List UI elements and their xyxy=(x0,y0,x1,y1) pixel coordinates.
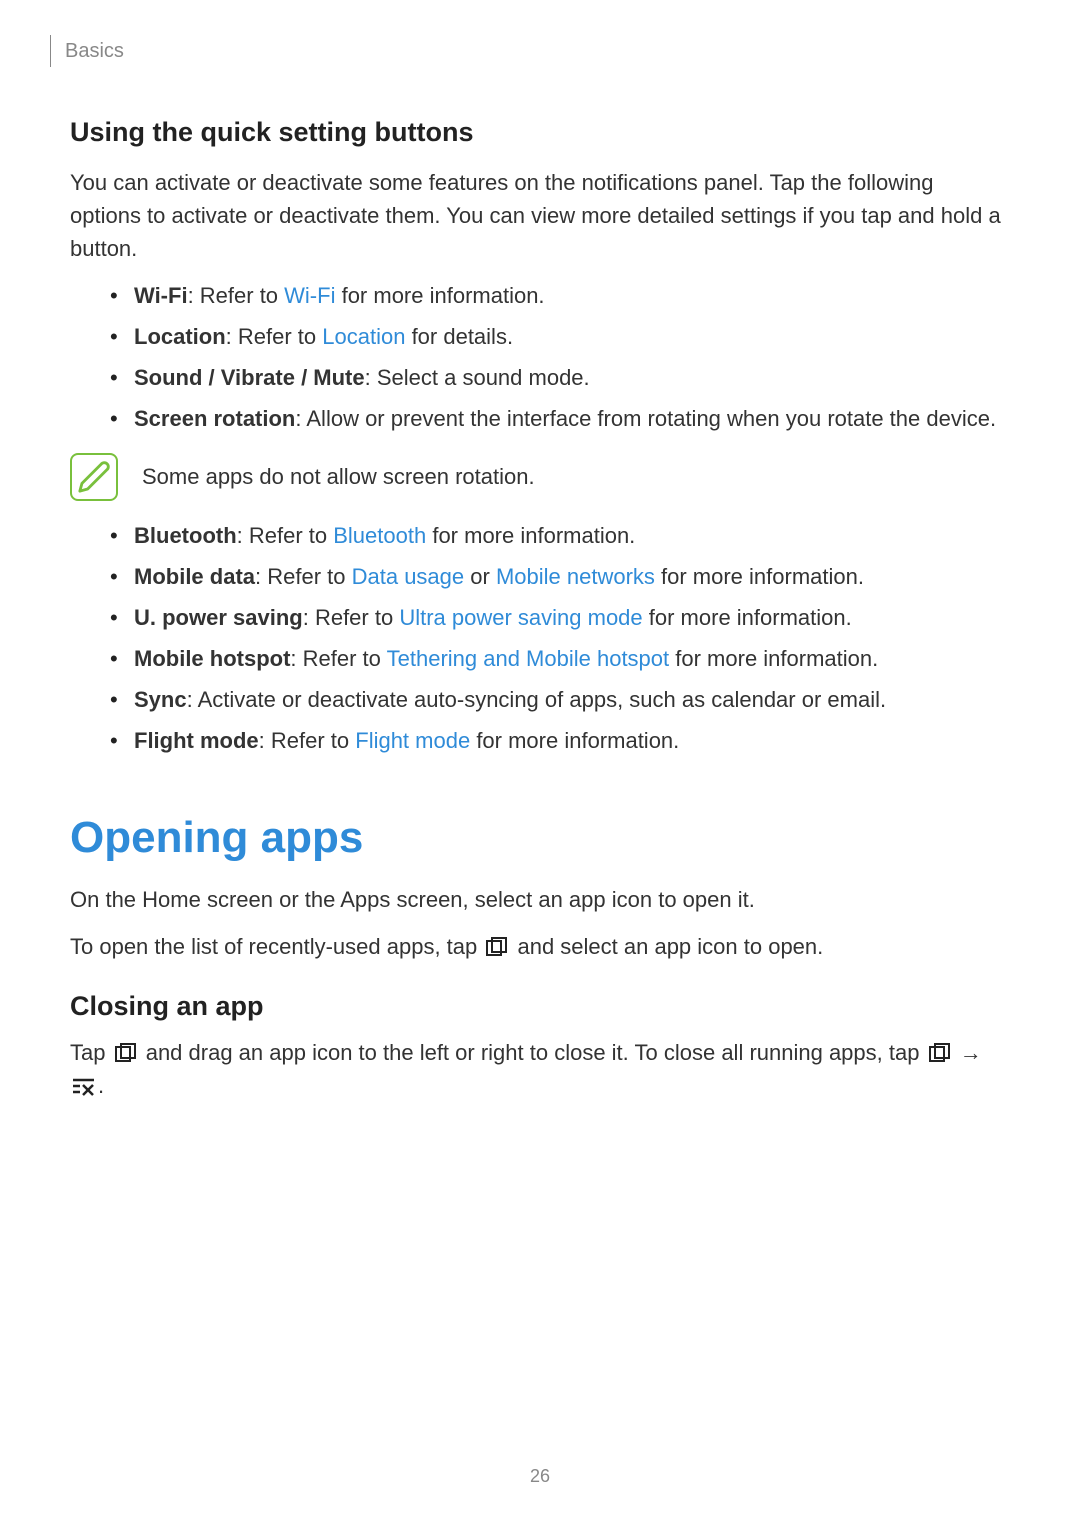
closing-p4: . xyxy=(98,1073,104,1098)
item-bold: Bluetooth xyxy=(134,523,237,548)
list-item: Mobile hotspot: Refer to Tethering and M… xyxy=(110,642,1010,675)
bluetooth-link[interactable]: Bluetooth xyxy=(333,523,426,548)
item-bold: Screen rotation xyxy=(134,406,295,431)
item-text-post: for more information. xyxy=(643,605,852,630)
item-bold: Location xyxy=(134,324,226,349)
item-text-post: for more information. xyxy=(335,283,544,308)
intro-paragraph: You can activate or deactivate some feat… xyxy=(70,166,1010,265)
recent-apps-icon xyxy=(112,1041,140,1063)
data-usage-link[interactable]: Data usage xyxy=(352,564,465,589)
opening-apps-p1: On the Home screen or the Apps screen, s… xyxy=(70,883,1010,916)
item-bold: Sync xyxy=(134,687,187,712)
item-text: : Refer to xyxy=(255,564,352,589)
closing-app-paragraph: Tap and drag an app icon to the left or … xyxy=(70,1036,1010,1102)
list-item: Mobile data: Refer to Data usage or Mobi… xyxy=(110,560,1010,593)
location-link[interactable]: Location xyxy=(322,324,405,349)
list-item: Wi-Fi: Refer to Wi-Fi for more informati… xyxy=(110,279,1010,312)
item-text: : Refer to xyxy=(303,605,400,630)
item-text-post: for more information. xyxy=(655,564,864,589)
list-item: U. power saving: Refer to Ultra power sa… xyxy=(110,601,1010,634)
list-item: Location: Refer to Location for details. xyxy=(110,320,1010,353)
ultra-power-saving-link[interactable]: Ultra power saving mode xyxy=(399,605,642,630)
item-text-post: for details. xyxy=(405,324,513,349)
bullet-list-a: Wi-Fi: Refer to Wi-Fi for more informati… xyxy=(70,279,1010,435)
recent-apps-icon xyxy=(483,935,511,957)
sub-heading-quick-settings: Using the quick setting buttons xyxy=(70,117,1010,148)
item-text-post: for more information. xyxy=(470,728,679,753)
closing-p2: and drag an app icon to the left or righ… xyxy=(140,1040,926,1065)
item-text: : Refer to xyxy=(259,728,356,753)
list-item: Sync: Activate or deactivate auto-syncin… xyxy=(110,683,1010,716)
item-text: : Refer to xyxy=(188,283,285,308)
list-item: Sound / Vibrate / Mute: Select a sound m… xyxy=(110,361,1010,394)
item-text: : Activate or deactivate auto-syncing of… xyxy=(187,687,887,712)
item-text-mid: or xyxy=(464,564,496,589)
list-item: Bluetooth: Refer to Bluetooth for more i… xyxy=(110,519,1010,552)
closing-p3: → xyxy=(954,1040,982,1065)
tethering-hotspot-link[interactable]: Tethering and Mobile hotspot xyxy=(387,646,670,671)
item-text: : Allow or prevent the interface from ro… xyxy=(295,406,996,431)
item-bold: Mobile hotspot xyxy=(134,646,290,671)
closing-p1: Tap xyxy=(70,1040,112,1065)
item-text: : Refer to xyxy=(226,324,323,349)
item-text-post: for more information. xyxy=(426,523,635,548)
item-bold: Sound / Vibrate / Mute xyxy=(134,365,365,390)
item-bold: Mobile data xyxy=(134,564,255,589)
item-bold: Flight mode xyxy=(134,728,259,753)
item-bold: U. power saving xyxy=(134,605,303,630)
note-text: Some apps do not allow screen rotation. xyxy=(142,464,535,490)
bullet-list-b: Bluetooth: Refer to Bluetooth for more i… xyxy=(70,519,1010,757)
list-item: Screen rotation: Allow or prevent the in… xyxy=(110,402,1010,435)
list-item: Flight mode: Refer to Flight mode for mo… xyxy=(110,724,1010,757)
item-bold: Wi-Fi xyxy=(134,283,188,308)
item-text: : Select a sound mode. xyxy=(365,365,590,390)
main-heading-opening-apps: Opening apps xyxy=(70,813,1010,863)
flight-mode-link[interactable]: Flight mode xyxy=(355,728,470,753)
note-pencil-icon xyxy=(70,453,118,501)
recent-apps-icon xyxy=(926,1041,954,1063)
p2-pre: To open the list of recently-used apps, … xyxy=(70,934,483,959)
breadcrumb: Basics xyxy=(65,40,124,63)
close-all-icon xyxy=(70,1075,98,1097)
item-text: : Refer to xyxy=(237,523,334,548)
mobile-networks-link[interactable]: Mobile networks xyxy=(496,564,655,589)
note-box: Some apps do not allow screen rotation. xyxy=(70,453,1010,501)
page-number: 26 xyxy=(530,1466,550,1487)
item-text: : Refer to xyxy=(290,646,386,671)
opening-apps-p2: To open the list of recently-used apps, … xyxy=(70,930,1010,963)
header: Basics xyxy=(70,35,1010,67)
sub-heading-closing-app: Closing an app xyxy=(70,991,1010,1022)
header-divider-line xyxy=(50,35,51,67)
p2-post: and select an app icon to open. xyxy=(511,934,823,959)
wifi-link[interactable]: Wi-Fi xyxy=(284,283,335,308)
item-text-post: for more information. xyxy=(669,646,878,671)
